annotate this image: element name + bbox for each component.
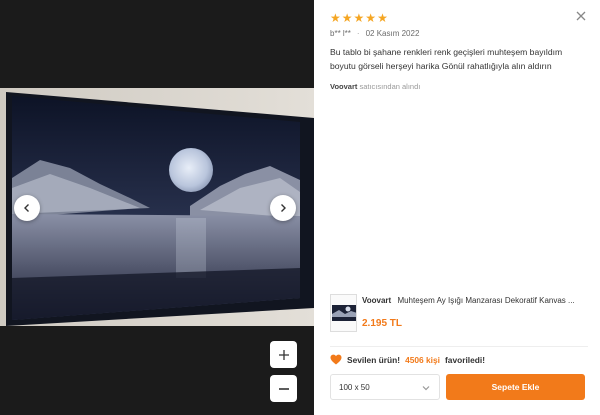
close-button[interactable] — [574, 9, 588, 23]
star-icon: ★ — [365, 11, 377, 25]
size-select[interactable]: 100 x 50 — [330, 374, 440, 400]
zoom-out-button[interactable] — [270, 375, 297, 402]
favorites-count: 4506 kişi — [405, 354, 440, 365]
seller-name[interactable]: Voovart — [330, 82, 357, 91]
review-photo — [0, 88, 314, 326]
chevron-down-icon — [422, 386, 430, 391]
zoom-in-button[interactable] — [270, 341, 297, 368]
rating-stars: ★ ★ ★ ★ ★ — [330, 12, 388, 24]
divider — [330, 346, 588, 347]
star-icon: ★ — [330, 11, 341, 25]
seller-info: Voovart satıcısından alındı — [330, 82, 420, 91]
plus-icon — [278, 349, 289, 360]
star-icon: ★ — [353, 11, 365, 25]
product-card[interactable]: Voovart Muhteşem Ay Işığı Manzarası Deko… — [330, 292, 588, 342]
favorites-banner: Sevilen ürün! 4506 kişi favoriledi! — [330, 354, 485, 365]
product-brand: Voovart — [362, 296, 392, 305]
favorites-suffix: favoriledi! — [445, 354, 486, 365]
review-meta: b** l** · 02 Kasım 2022 — [330, 29, 419, 38]
star-icon: ★ — [377, 11, 388, 25]
previous-image-button[interactable] — [14, 195, 40, 221]
star-icon: ★ — [341, 11, 353, 25]
separator-dot: · — [356, 29, 360, 38]
size-select-value: 100 x 50 — [339, 382, 370, 392]
seller-suffix: satıcısından alındı — [359, 82, 421, 91]
review-date: 02 Kasım 2022 — [365, 29, 420, 38]
favorites-prefix: Sevilen ürün! — [347, 354, 401, 365]
product-thumbnail[interactable] — [330, 294, 357, 332]
minus-icon — [278, 387, 289, 390]
product-name: Muhteşem Ay Işığı Manzarası Dekoratif Ka… — [397, 296, 575, 305]
heart-icon — [330, 354, 342, 365]
close-icon — [576, 11, 586, 21]
review-panel: ★ ★ ★ ★ ★ b** l** · 02 Kasım 2022 Bu tab… — [314, 0, 600, 415]
review-text: Bu tablo bi şahane renkleri renk geçişle… — [330, 47, 563, 71]
product-title[interactable]: Voovart Muhteşem Ay Işığı Manzarası Deko… — [362, 296, 592, 305]
image-viewer — [0, 0, 314, 415]
add-to-cart-button[interactable]: Sepete Ekle — [446, 374, 585, 400]
review-author: b** l** — [330, 29, 351, 38]
product-price: 2.195 TL — [362, 318, 403, 329]
chevron-left-icon — [24, 204, 29, 212]
next-image-button[interactable] — [270, 195, 296, 221]
chevron-right-icon — [281, 204, 286, 212]
